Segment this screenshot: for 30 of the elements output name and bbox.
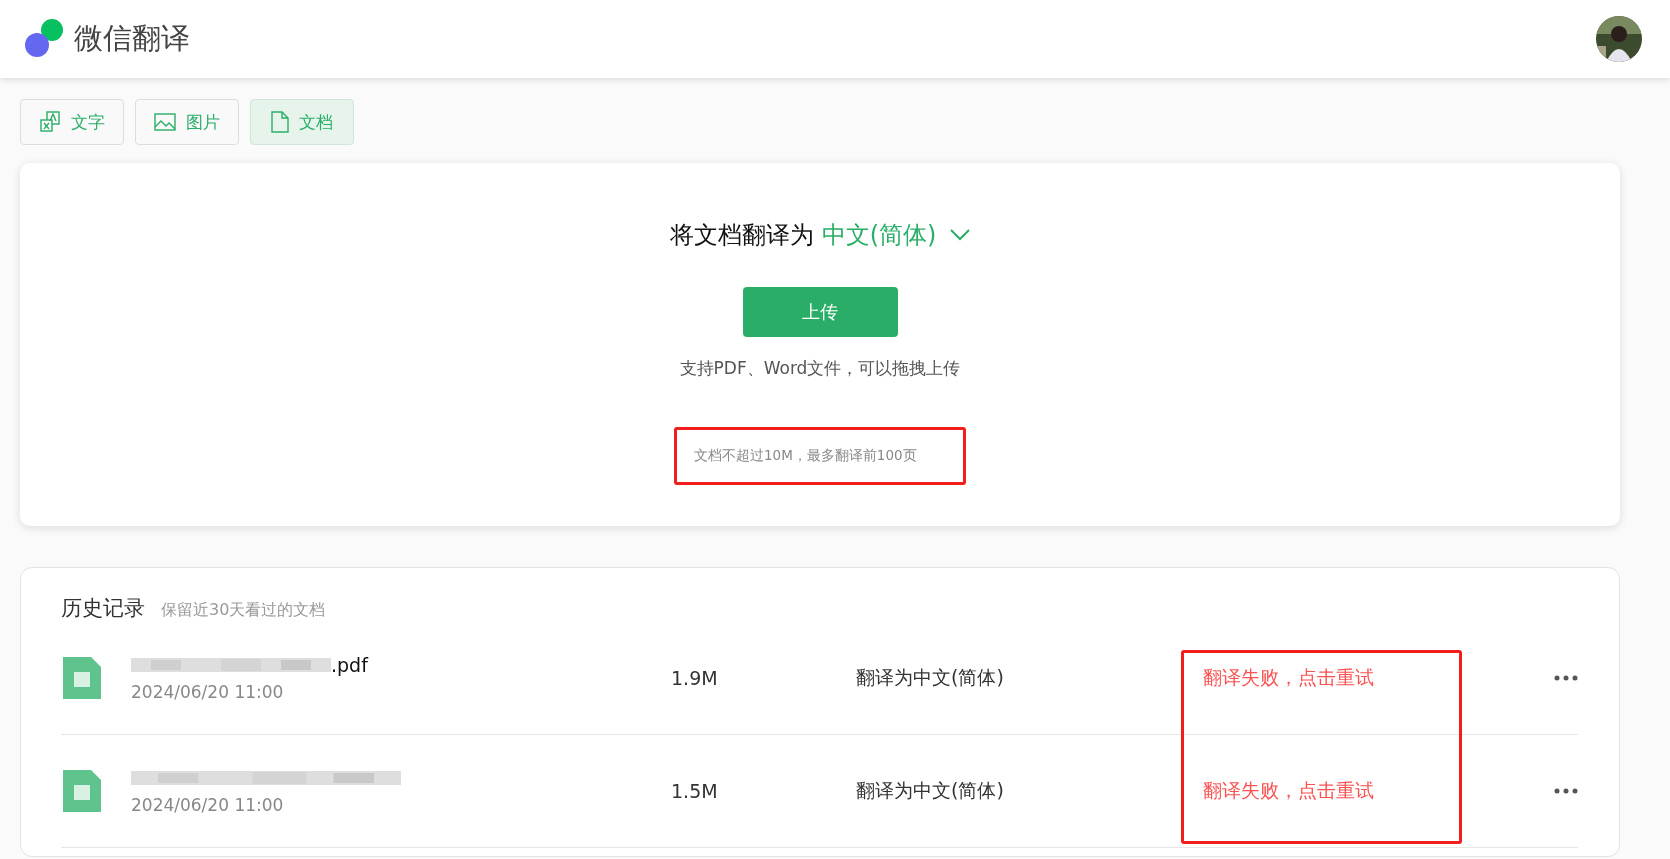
target-language: 翻译为中文(简体): [856, 778, 1005, 803]
app-title: 微信翻译: [74, 20, 191, 57]
upload-hint: 支持PDF、Word文件，可以拖拽上传: [679, 357, 961, 380]
tab[interactable]: 图片: [135, 99, 239, 145]
prompt-text: 将文档翻译为: [669, 220, 814, 251]
file-icon: [61, 655, 103, 701]
translate-icon: [39, 111, 61, 133]
file-date: 2024/06/20 11:00: [131, 795, 285, 815]
chevron-down-icon: [950, 229, 971, 241]
file-date: 2024/06/20 11:00: [131, 682, 285, 702]
file-name: .pdf: [331, 654, 368, 676]
language-dropdown[interactable]: 中文(简体): [821, 219, 971, 251]
tab[interactable]: 文字: [20, 99, 124, 145]
retry-link[interactable]: 翻译失败，点击重试: [1156, 665, 1374, 691]
limit-note: 文档不超过10M，最多翻译前100页: [674, 427, 966, 485]
file-icon: [61, 768, 103, 814]
tab[interactable]: 文档: [250, 99, 354, 145]
more-icon[interactable]: [1554, 675, 1578, 681]
logo-icon: [24, 19, 64, 59]
document-icon: [271, 111, 289, 133]
file-size: 1.9M: [671, 667, 719, 689]
target-language: 翻译为中文(简体): [856, 665, 1005, 690]
more-icon[interactable]: [1554, 788, 1578, 794]
retry-link[interactable]: 翻译失败，点击重试: [1156, 778, 1374, 804]
upload-button[interactable]: 上传: [742, 287, 898, 337]
avatar[interactable]: [1596, 16, 1642, 62]
image-icon: [154, 113, 176, 131]
file-size: 1.5M: [671, 780, 719, 802]
history-title: 历史记录: [61, 595, 145, 622]
history-subtitle: 保留近30天看过的文档: [161, 600, 326, 621]
